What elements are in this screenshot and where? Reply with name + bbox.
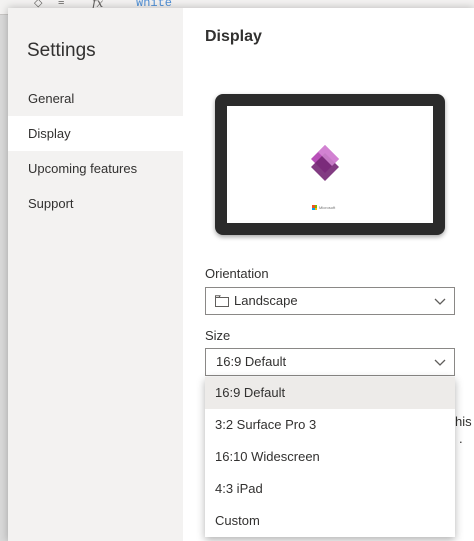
sidebar-item-upcoming-features[interactable]: Upcoming features <box>8 151 183 186</box>
orientation-label: Orientation <box>205 266 269 281</box>
microsoft-brand-text: Microsoft <box>319 205 336 210</box>
sidebar-item-label: Display <box>28 126 71 141</box>
size-value: 16:9 Default <box>216 354 287 369</box>
size-option-4-3-ipad[interactable]: 4:3 iPad <box>205 473 455 505</box>
landscape-icon <box>215 295 229 307</box>
sidebar-item-display[interactable]: Display <box>8 116 183 151</box>
sidebar-title: Settings <box>27 40 96 61</box>
microsoft-grid-icon <box>312 205 317 210</box>
orientation-dropdown[interactable]: Landscape <box>205 287 455 315</box>
chevron-down-icon <box>434 298 446 305</box>
chevron-down-icon <box>434 359 446 366</box>
sidebar-item-general[interactable]: General <box>8 81 183 116</box>
size-option-3-2-surface-pro-3[interactable]: 3:2 Surface Pro 3 <box>205 409 455 441</box>
menu-icon: ≡ <box>58 0 65 8</box>
page-title: Display <box>205 28 262 45</box>
sidebar-item-label: Support <box>28 196 74 211</box>
size-option-custom[interactable]: Custom <box>205 505 455 537</box>
orientation-value: Landscape <box>234 293 298 308</box>
device-preview: Microsoft <box>215 94 445 235</box>
settings-dialog: Settings General Display Upcoming featur… <box>8 8 474 541</box>
device-screen: Microsoft <box>227 106 433 223</box>
size-options-list: 16:9 Default 3:2 Surface Pro 3 16:10 Wid… <box>205 377 455 537</box>
display-panel: Display Microsoft Orientation Landscape … <box>183 8 474 541</box>
obscured-text-2: . <box>459 431 463 446</box>
power-apps-logo-icon <box>311 145 339 181</box>
size-option-16-10-widescreen[interactable]: 16:10 Widescreen <box>205 441 455 473</box>
size-label: Size <box>205 328 231 343</box>
sidebar-item-support[interactable]: Support <box>8 186 183 221</box>
sidebar-item-label: General <box>28 91 75 106</box>
settings-sidebar: Settings General Display Upcoming featur… <box>8 8 183 541</box>
size-option-16-9-default[interactable]: 16:9 Default <box>205 377 455 409</box>
sidebar-item-label: Upcoming features <box>28 161 138 176</box>
size-dropdown[interactable]: 16:9 Default <box>205 348 455 376</box>
obscured-text: his <box>455 414 472 429</box>
microsoft-logo: Microsoft <box>312 205 335 210</box>
